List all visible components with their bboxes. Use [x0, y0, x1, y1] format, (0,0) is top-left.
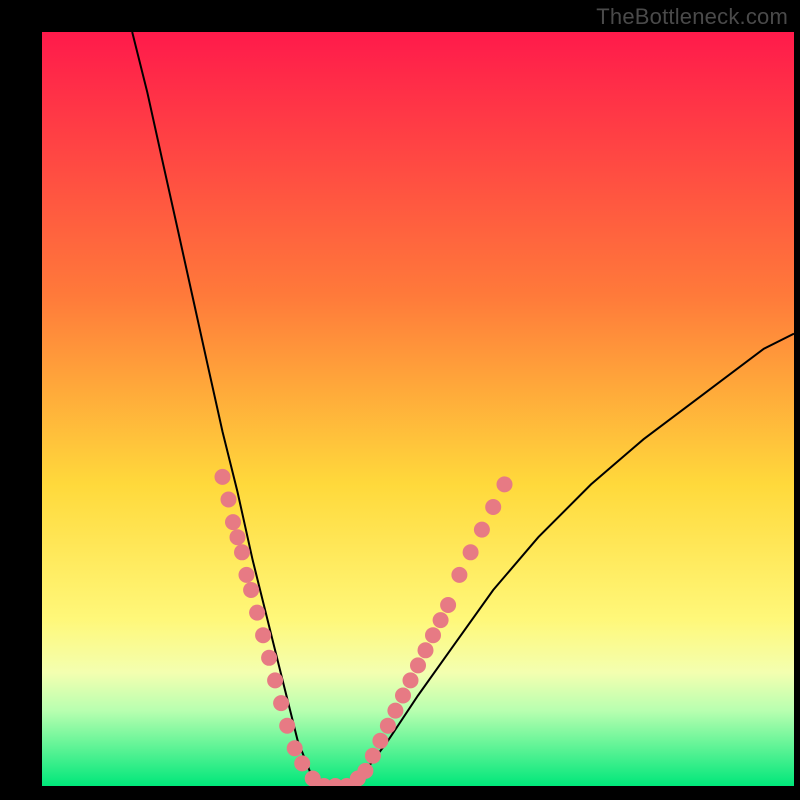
data-marker: [357, 763, 373, 779]
data-marker: [243, 582, 259, 598]
data-marker: [239, 567, 255, 583]
data-marker: [365, 748, 381, 764]
data-marker: [255, 627, 271, 643]
data-marker: [418, 642, 434, 658]
data-marker: [380, 718, 396, 734]
chart-stage: TheBottleneck.com: [0, 0, 800, 800]
data-marker: [497, 476, 513, 492]
data-marker: [451, 567, 467, 583]
data-marker: [249, 605, 265, 621]
data-marker: [221, 492, 237, 508]
data-marker: [440, 597, 456, 613]
data-marker: [279, 718, 295, 734]
data-marker: [463, 544, 479, 560]
data-marker: [474, 522, 490, 538]
data-marker: [261, 650, 277, 666]
data-marker: [387, 703, 403, 719]
data-marker: [267, 672, 283, 688]
data-marker: [395, 688, 411, 704]
data-marker: [410, 657, 426, 673]
bottleneck-chart: [0, 0, 800, 800]
data-marker: [485, 499, 501, 515]
data-marker: [225, 514, 241, 530]
data-marker: [294, 755, 310, 771]
data-marker: [215, 469, 231, 485]
data-marker: [234, 544, 250, 560]
data-marker: [433, 612, 449, 628]
data-marker: [425, 627, 441, 643]
data-marker: [287, 740, 303, 756]
data-marker: [230, 529, 246, 545]
data-marker: [273, 695, 289, 711]
data-marker: [372, 733, 388, 749]
data-marker: [403, 672, 419, 688]
watermark-text: TheBottleneck.com: [596, 4, 788, 30]
